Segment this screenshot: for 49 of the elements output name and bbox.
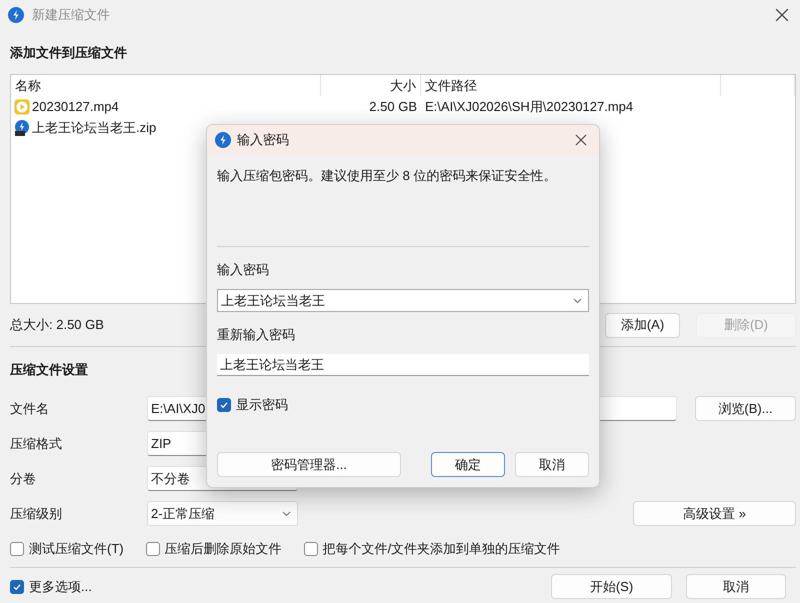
password-combobox[interactable]: 上老王论坛当老王 <box>217 289 589 312</box>
video-file-icon <box>14 98 30 114</box>
field-label: 压缩级别 <box>10 504 63 522</box>
password-manager-button[interactable]: 密码管理器... <box>217 452 401 477</box>
ok-button[interactable]: 确定 <box>431 452 505 477</box>
app-logo-icon <box>215 132 231 148</box>
chevron-down-icon <box>573 298 582 304</box>
checkbox[interactable] <box>10 580 24 594</box>
field-label: 压缩格式 <box>10 434 63 452</box>
cancel-button[interactable]: 取消 <box>686 574 786 599</box>
cancel-button[interactable]: 取消 <box>515 452 589 477</box>
add-button[interactable]: 添加(A) <box>605 312 680 338</box>
checkbox[interactable] <box>304 542 318 556</box>
checkbox[interactable] <box>146 542 160 556</box>
browse-button[interactable]: 浏览(B)... <box>695 396 796 421</box>
field-label: 文件名 <box>10 400 50 418</box>
section-heading: 添加文件到压缩文件 <box>10 44 127 62</box>
close-icon <box>775 8 789 22</box>
advanced-settings-button[interactable]: 高级设置 » <box>633 501 796 526</box>
checkbox[interactable] <box>217 398 231 412</box>
checkbox-option[interactable]: 把每个文件/文件夹添加到单独的压缩文件 <box>304 540 560 558</box>
check-icon <box>12 582 22 592</box>
field-label: 分卷 <box>10 470 37 488</box>
checkbox[interactable] <box>10 542 24 556</box>
check-icon <box>219 400 229 410</box>
dialog-title: 输入密码 <box>237 131 290 149</box>
start-button[interactable]: 开始(S) <box>551 574 672 599</box>
column-header[interactable]: 大小 <box>321 75 421 96</box>
archive-file-icon <box>14 120 30 136</box>
dialog-message: 输入压缩包密码。建议使用至少 8 位的密码来保证安全性。 <box>217 167 558 185</box>
file-name-cell[interactable]: 20230127.mp4 <box>11 98 321 114</box>
app-logo-icon <box>8 7 24 23</box>
column-header[interactable]: 名称 <box>11 75 321 96</box>
checkbox-option[interactable]: 显示密码 <box>217 396 288 414</box>
file-path-cell-text: E:\AI\XJ02026\SH用\20230127.mp4 <box>424 98 634 116</box>
checkbox-option[interactable]: 测试压缩文件(T) <box>10 540 124 558</box>
checkbox-option[interactable]: 压缩后删除原始文件 <box>146 540 282 558</box>
dropdown-field[interactable]: 2-正常压缩 <box>147 501 298 526</box>
total-size: 总大小: 2.50 GB <box>10 316 104 334</box>
close-icon <box>575 134 587 146</box>
chevron-down-icon <box>282 510 291 516</box>
column-header[interactable]: 文件路径 <box>421 75 721 96</box>
checkbox-option[interactable]: 更多选项... <box>10 578 92 596</box>
section-heading: 压缩文件设置 <box>10 361 88 379</box>
field-label: 重新输入密码 <box>217 326 295 344</box>
confirm-password-field[interactable]: 上老王论坛当老王 <box>217 354 589 376</box>
window-title: 新建压缩文件 <box>32 6 111 24</box>
file-size-cell-text: 2.50 GB <box>368 99 418 114</box>
field-label: 输入密码 <box>217 261 269 279</box>
